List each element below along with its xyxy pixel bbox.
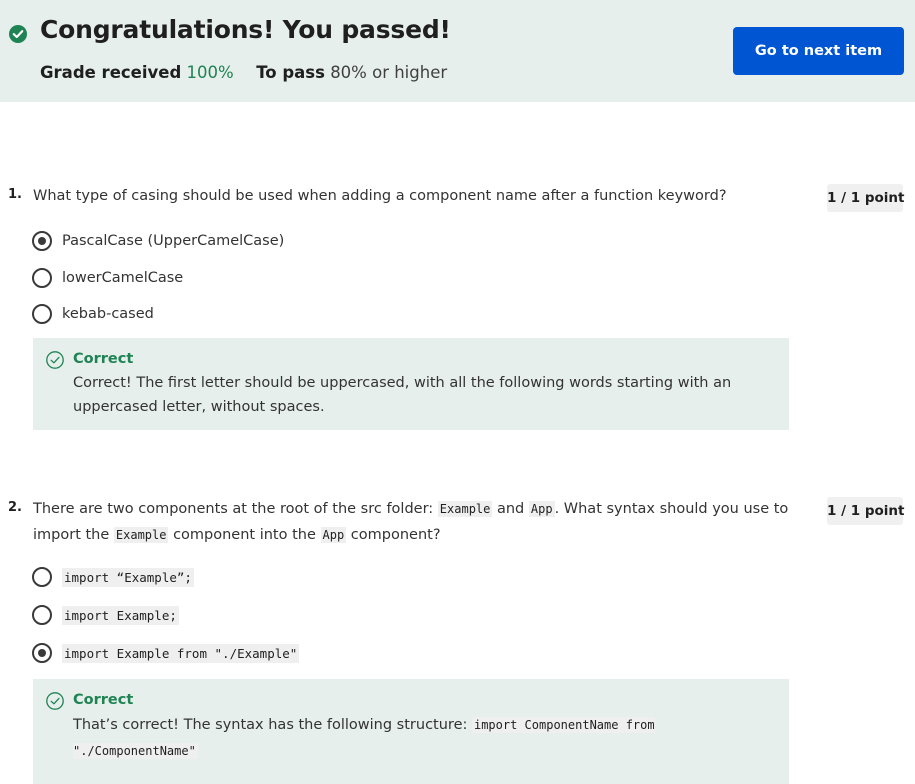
radio-button[interactable]	[32, 268, 52, 288]
answer-option[interactable]: import Example;	[32, 604, 179, 626]
radio-button-selected[interactable]	[32, 643, 52, 663]
answer-option[interactable]: lowerCamelCase	[32, 267, 183, 289]
answer-option[interactable]: PascalCase (UpperCamelCase)	[32, 230, 284, 252]
result-banner: Congratulations! You passed! Grade recei…	[0, 0, 915, 102]
go-to-next-item-button[interactable]: Go to next item	[733, 27, 904, 75]
answer-option[interactable]: import “Example”;	[32, 566, 194, 588]
to-pass-value: 80% or higher	[330, 63, 448, 82]
check-outline-icon	[46, 692, 64, 710]
radio-button[interactable]	[32, 605, 52, 625]
question-text: What type of casing should be used when …	[33, 188, 727, 204]
inline-code: App	[528, 501, 555, 517]
inline-code: Example	[437, 501, 493, 517]
radio-button[interactable]	[32, 304, 52, 324]
inline-code: Example	[113, 527, 169, 543]
radio-button-selected[interactable]	[32, 231, 52, 251]
feedback-text: That’s correct! The syntax has the follo…	[73, 717, 655, 759]
feedback-box: Correct That’s correct! The syntax has t…	[33, 679, 789, 784]
feedback-box: Correct Correct! The first letter should…	[33, 338, 789, 430]
feedback-text: Correct! The first letter should be uppe…	[73, 375, 732, 415]
page-title: Congratulations! You passed!	[40, 15, 451, 44]
points-badge: 1 / 1 point	[827, 497, 904, 525]
option-label: lowerCamelCase	[62, 270, 184, 286]
grade-received-label: Grade received	[40, 63, 182, 82]
option-label: kebab-cased	[62, 306, 154, 322]
option-label: import Example;	[62, 605, 179, 625]
question-number: 2.	[8, 500, 22, 515]
question-number: 1.	[8, 187, 22, 202]
feedback-title: Correct	[73, 351, 134, 367]
answer-option[interactable]: kebab-cased	[32, 303, 154, 325]
grade-received-value: 100%	[186, 63, 234, 82]
question-text: There are two components at the root of …	[33, 501, 789, 543]
check-outline-icon	[46, 351, 64, 369]
option-label: import Example from "./Example"	[62, 643, 300, 663]
option-label: PascalCase (UpperCamelCase)	[62, 233, 285, 249]
feedback-title: Correct	[73, 692, 134, 708]
radio-button[interactable]	[32, 567, 52, 587]
grade-summary: Grade received 100% To pass 80% or highe…	[40, 63, 447, 82]
points-badge: 1 / 1 point	[827, 184, 904, 212]
option-label: import “Example”;	[62, 567, 194, 587]
to-pass-label: To pass	[256, 63, 325, 82]
inline-code: App	[320, 527, 347, 543]
answer-option[interactable]: import Example from "./Example"	[32, 642, 300, 664]
check-circle-icon	[9, 25, 27, 43]
